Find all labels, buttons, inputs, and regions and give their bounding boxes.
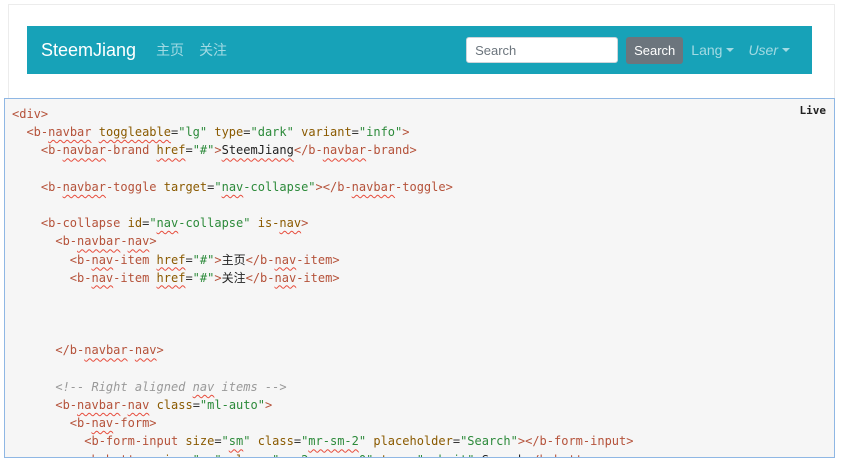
code-line[interactable]: </b-navbar-nav> xyxy=(12,341,633,359)
code-line[interactable]: <b-nav-item href="#">主页</b-nav-item> xyxy=(12,251,633,269)
code-editor[interactable]: Live <div> <b-navbar toggleable="lg" typ… xyxy=(4,98,835,458)
code-line[interactable]: <b-button size="sm" class="my-2 my-sm-0"… xyxy=(12,451,633,457)
code-content[interactable]: <div> <b-navbar toggleable="lg" type="da… xyxy=(12,105,633,457)
code-line[interactable]: ​ xyxy=(12,305,633,323)
code-line[interactable]: <div> xyxy=(12,105,633,123)
code-line[interactable]: ​ xyxy=(12,196,633,214)
code-line[interactable]: <b-navbar-brand href="#">SteemJiang</b-n… xyxy=(12,141,633,159)
nav-item-home[interactable]: 主页 xyxy=(156,40,184,60)
live-badge: Live xyxy=(799,104,827,117)
code-line[interactable]: <b-nav-item href="#">关注</b-nav-item> xyxy=(12,269,633,287)
lang-dropdown[interactable]: Lang xyxy=(691,42,735,58)
code-line[interactable]: <b-navbar-toggle target="nav-collapse"><… xyxy=(12,178,633,196)
chevron-down-icon xyxy=(782,48,790,52)
user-dropdown[interactable]: User xyxy=(748,42,790,58)
code-line[interactable]: <b-form-input size="sm" class="mr-sm-2" … xyxy=(12,432,633,450)
lang-dropdown-label: Lang xyxy=(691,42,723,58)
navbar-brand[interactable]: SteemJiang xyxy=(41,40,136,61)
user-dropdown-label: User xyxy=(748,42,778,58)
code-line[interactable]: <b-collapse id="nav-collapse" is-nav> xyxy=(12,214,633,232)
code-line[interactable]: <b-navbar-nav> xyxy=(12,232,633,250)
code-line[interactable]: ​ xyxy=(12,160,633,178)
code-line[interactable]: <!-- Right aligned nav items --> xyxy=(12,378,633,396)
code-line[interactable]: ​ xyxy=(12,323,633,341)
search-button[interactable]: Search xyxy=(626,36,684,64)
code-line[interactable]: <b-navbar-nav class="ml-auto"> xyxy=(12,396,633,414)
code-line[interactable]: <b-navbar toggleable="lg" type="dark" va… xyxy=(12,123,633,141)
navbar: SteemJiang 主页 关注 Search Lang User xyxy=(27,26,812,74)
code-line[interactable]: ​ xyxy=(12,360,633,378)
nav-item-follow[interactable]: 关注 xyxy=(199,40,227,60)
search-input[interactable] xyxy=(466,37,619,63)
code-line[interactable]: ​ xyxy=(12,287,633,305)
chevron-down-icon xyxy=(726,48,735,52)
code-line[interactable]: <b-nav-form> xyxy=(12,414,633,432)
